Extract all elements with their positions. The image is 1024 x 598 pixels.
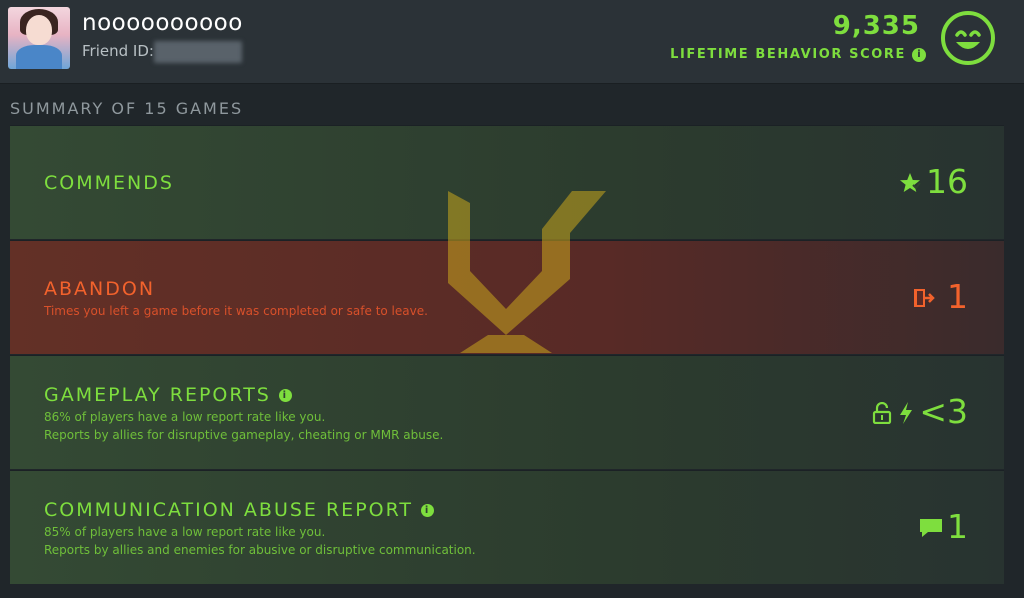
communication-abuse-title-text: COMMUNICATION ABUSE REPORT	[44, 499, 414, 521]
abandon-description: Times you left a game before it was comp…	[44, 304, 428, 318]
friend-id-label: Friend ID:	[82, 42, 154, 60]
abandon-title: ABANDON	[44, 278, 156, 300]
exit-door-icon	[914, 289, 935, 307]
commends-panel: COMMENDS 16	[10, 125, 1004, 239]
commends-count: 16	[926, 162, 968, 201]
star-icon	[900, 173, 921, 192]
communication-abuse-desc-1: 85% of players have a low report rate li…	[44, 525, 326, 539]
gameplay-reports-panel: GAMEPLAY REPORTS i 86% of players have a …	[10, 355, 1004, 469]
behavior-score-value: 9,335	[832, 11, 920, 41]
username: noooooooooo	[82, 10, 243, 36]
communication-abuse-panel: COMMUNICATION ABUSE REPORT i 85% of playe…	[10, 470, 1004, 584]
lock-icon	[872, 402, 892, 424]
abandon-panel: ABANDON Times you left a game before it …	[10, 240, 1004, 354]
info-icon[interactable]: i	[421, 504, 435, 517]
gameplay-reports-desc-1: 86% of players have a low report rate li…	[44, 410, 326, 424]
lightning-icon	[900, 402, 912, 424]
gameplay-reports-count: <3	[919, 392, 968, 431]
profile-header: noooooooooo Friend ID: 9,335 LIFETIME BE…	[0, 0, 1024, 84]
friend-id-value-blurred	[154, 41, 242, 63]
communication-abuse-title: COMMUNICATION ABUSE REPORT i	[44, 499, 435, 521]
behavior-score-label: LIFETIME BEHAVIOR SCORE	[670, 47, 906, 62]
communication-abuse-count: 1	[947, 507, 968, 546]
smiley-face-icon	[941, 11, 995, 65]
info-icon[interactable]: i	[278, 389, 292, 402]
gameplay-reports-desc-2: Reports by allies for disruptive gamepla…	[44, 428, 444, 442]
info-icon[interactable]: i	[912, 48, 926, 62]
gameplay-reports-title-text: GAMEPLAY REPORTS	[44, 384, 271, 406]
communication-abuse-desc-2: Reports by allies and enemies for abusiv…	[44, 543, 476, 557]
summary-title: SUMMARY OF 15 GAMES	[10, 99, 244, 118]
gameplay-reports-title: GAMEPLAY REPORTS i	[44, 384, 292, 406]
chat-bubble-icon	[920, 519, 942, 537]
commends-title: COMMENDS	[44, 172, 174, 194]
avatar[interactable]	[8, 7, 70, 69]
abandon-count: 1	[947, 277, 968, 316]
